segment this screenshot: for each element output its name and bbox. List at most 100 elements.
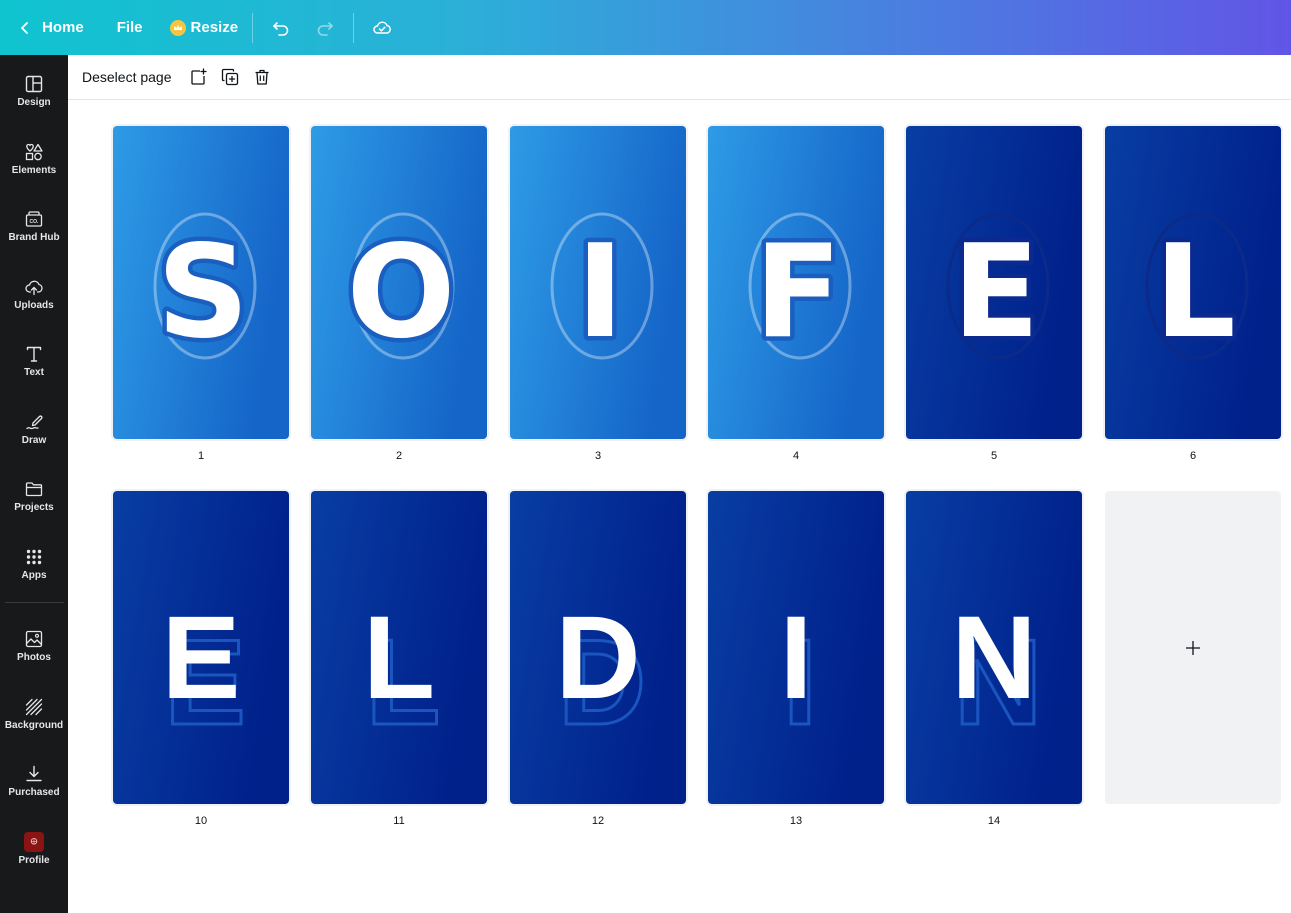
background-icon <box>25 698 43 716</box>
svg-text:L: L <box>1154 218 1236 367</box>
text-icon <box>26 346 42 362</box>
sidebar-item-projects[interactable]: Projects <box>0 475 68 531</box>
sidebar-item-photos[interactable]: Photos <box>0 625 68 681</box>
svg-text:D: D <box>555 592 640 724</box>
sidebar-item-uploads[interactable]: Uploads <box>0 273 68 329</box>
page-number: 1 <box>197 450 205 462</box>
page-number: 11 <box>393 815 405 827</box>
page-letter-art: II <box>510 126 686 439</box>
svg-text:S: S <box>157 218 249 367</box>
add-page-icon[interactable] <box>186 65 210 89</box>
sidebar-item-label: Background <box>4 720 64 731</box>
page-thumbnail-5[interactable]: EE <box>906 126 1082 439</box>
undo-icon[interactable] <box>267 14 295 42</box>
page-thumbnail-13[interactable]: II <box>708 491 884 804</box>
cloud-saved-icon[interactable] <box>368 14 396 42</box>
pages-grid: S S 1 O O 2 I I 3 F F 4 E E 5 L L 6 E E 10 L L 11 D D 12 I I 13 N N 14 <box>68 100 1291 913</box>
download-icon <box>26 765 42 782</box>
sidebar-divider <box>5 602 64 603</box>
page-number: 14 <box>987 815 1001 827</box>
page-thumbnail-14[interactable]: NN <box>906 491 1082 804</box>
deselect-page-button[interactable]: Deselect page <box>82 69 172 85</box>
crown-icon <box>169 19 186 36</box>
sidebar-item-label: Profile <box>18 855 50 866</box>
sidebar: Design Elements CO. Brand Hub Uploads Te… <box>0 55 68 913</box>
sidebar-item-label: Draw <box>21 435 47 446</box>
page-number: 5 <box>990 450 998 462</box>
sidebar-item-label: Uploads <box>14 300 54 311</box>
page-letter-art: OO <box>311 126 487 439</box>
page-thumbnail-1[interactable]: SS <box>113 126 289 439</box>
draw-icon <box>26 415 43 430</box>
plus-icon <box>1186 640 1200 655</box>
sidebar-item-elements[interactable]: Elements <box>0 138 68 194</box>
add-page-tile[interactable] <box>1105 491 1281 804</box>
sidebar-item-label: Projects <box>14 502 54 513</box>
back-chevron-icon[interactable] <box>18 10 32 46</box>
page-thumbnail-10[interactable]: EE <box>113 491 289 804</box>
page-letter-art: DD <box>510 491 686 804</box>
sidebar-item-label: Brand Hub <box>8 232 60 243</box>
page-thumbnail-11[interactable]: LL <box>311 491 487 804</box>
page-number: 2 <box>395 450 403 462</box>
page-letter-art: EE <box>906 126 1082 439</box>
page-number: 10 <box>194 815 208 827</box>
svg-text:E: E <box>162 592 241 724</box>
svg-text:CO.: CO. <box>30 219 40 225</box>
sidebar-item-label: Design <box>17 97 51 108</box>
sidebar-item-label: Purchased <box>8 787 60 798</box>
page-number: 6 <box>1189 450 1197 462</box>
svg-text:I: I <box>780 592 813 724</box>
trash-icon[interactable] <box>250 65 274 89</box>
svg-text:O: O <box>347 218 456 367</box>
sidebar-item-label: Text <box>24 367 44 378</box>
page-letter-art: LL <box>1105 126 1281 439</box>
page-letter-art: LL <box>311 491 487 804</box>
page-number: 13 <box>789 815 803 827</box>
apps-grid-icon <box>26 549 42 565</box>
sidebar-item-draw[interactable]: Draw <box>0 408 68 464</box>
sidebar-item-label: Elements <box>11 165 57 176</box>
toolbar-divider <box>353 12 355 43</box>
cloud-upload-icon <box>25 280 43 296</box>
toolbar-divider <box>252 12 254 43</box>
sidebar-item-apps[interactable]: Apps <box>0 543 68 599</box>
sidebar-item-profile[interactable]: Profile <box>0 828 68 884</box>
home-button[interactable]: Home <box>42 10 84 46</box>
brand-hub-icon: CO. <box>25 211 43 227</box>
page-letter-art: FF <box>708 126 884 439</box>
sidebar-item-label: Apps <box>21 570 47 581</box>
page-thumbnail-6[interactable]: LL <box>1105 126 1281 439</box>
sidebar-item-text[interactable]: Text <box>0 340 68 396</box>
sidebar-item-background[interactable]: Background <box>0 693 68 749</box>
sidebar-item-brand-hub[interactable]: CO. Brand Hub <box>0 205 68 261</box>
svg-text:F: F <box>754 218 841 367</box>
page-thumbnail-4[interactable]: FF <box>708 126 884 439</box>
page-letter-art: II <box>708 491 884 804</box>
top-bar: Home File Resize <box>0 0 1291 55</box>
svg-text:E: E <box>952 218 1039 367</box>
sidebar-item-label: Photos <box>17 652 51 663</box>
avatar <box>24 832 44 852</box>
svg-text:L: L <box>363 592 435 724</box>
page-number: 4 <box>792 450 800 462</box>
folder-icon <box>25 482 43 497</box>
page-toolbar: Deselect page <box>68 55 1291 100</box>
resize-button[interactable]: Resize <box>169 10 239 46</box>
page-letter-art: NN <box>906 491 1082 804</box>
page-thumbnail-12[interactable]: DD <box>510 491 686 804</box>
sidebar-item-design[interactable]: Design <box>0 70 68 126</box>
page-number: 3 <box>594 450 602 462</box>
file-menu-button[interactable]: File <box>117 10 143 46</box>
page-letter-art: EE <box>113 491 289 804</box>
svg-text:N: N <box>951 592 1036 724</box>
image-icon <box>25 630 43 648</box>
redo-icon[interactable] <box>311 14 339 42</box>
sidebar-item-purchased[interactable]: Purchased <box>0 760 68 816</box>
page-letter-art: SS <box>113 126 289 439</box>
page-thumbnail-3[interactable]: II <box>510 126 686 439</box>
layout-icon <box>25 75 43 93</box>
duplicate-page-icon[interactable] <box>218 65 242 89</box>
page-thumbnail-2[interactable]: OO <box>311 126 487 439</box>
resize-label: Resize <box>190 19 239 36</box>
